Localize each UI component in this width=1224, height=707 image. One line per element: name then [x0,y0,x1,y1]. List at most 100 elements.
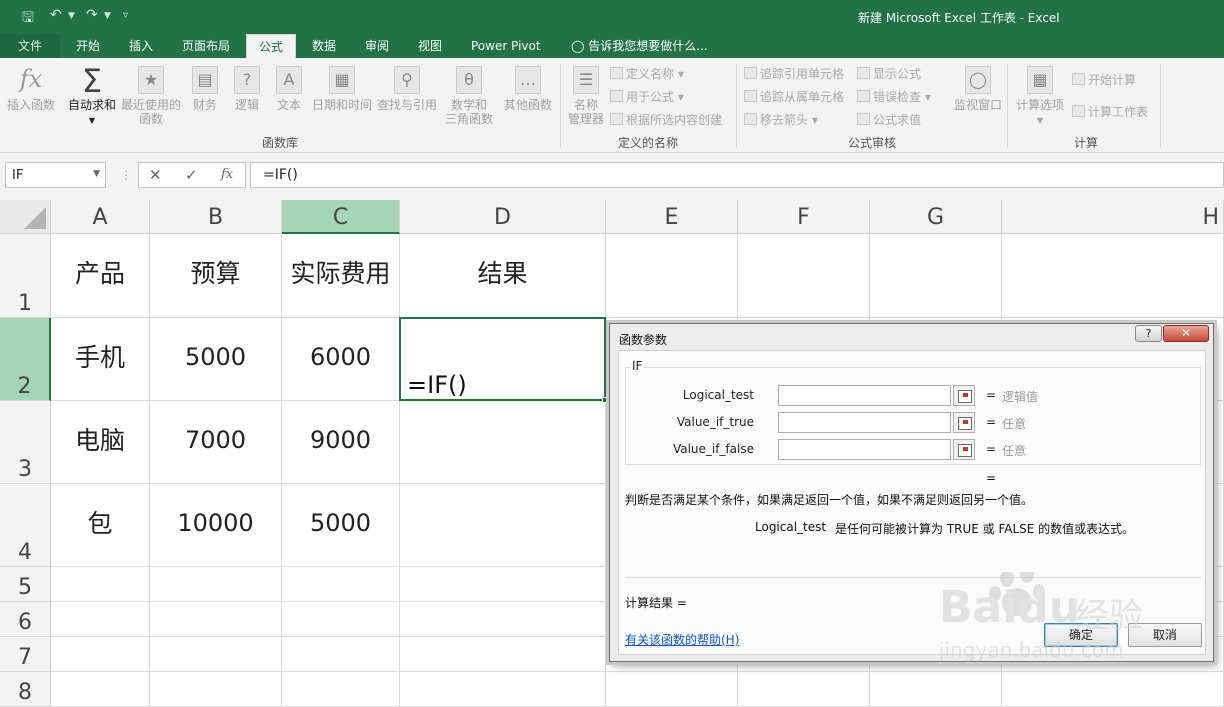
tab-formulas[interactable]: 公式 [246,34,296,58]
cell-b4[interactable]: 10000 [150,484,282,567]
cell-d5[interactable] [400,567,606,602]
cell-f1[interactable] [738,234,870,318]
define-name-button[interactable]: 定义名称 ▾ [610,66,684,82]
calc-sheet-button[interactable]: 计算工作表 [1072,104,1148,120]
row-header-6[interactable]: 6 [0,602,51,637]
cell-c4[interactable]: 5000 [282,484,400,567]
value-if-true-collapse-icon[interactable] [953,412,975,433]
use-in-formula-button[interactable]: 用于公式 ▾ [610,89,684,105]
tell-me-box[interactable]: ◯ 告诉我您想要做什么... [563,34,716,58]
cell-c3[interactable]: 9000 [282,401,400,484]
column-header-d[interactable]: D [400,200,606,234]
row-header-2[interactable]: 2 [0,318,51,401]
logical-test-input[interactable] [778,385,951,406]
customize-qat-icon[interactable]: ▿ [123,10,128,21]
redo-dropdown-icon[interactable]: ▼ [104,11,111,21]
more-functions-button[interactable]: … 其他函数 [500,66,556,112]
column-header-e[interactable]: E [606,200,738,234]
trace-precedents-button[interactable]: 追踪引用单元格 [744,66,844,82]
row-header-1[interactable]: 1 [0,234,51,318]
value-if-false-input[interactable] [778,439,951,460]
cell-a5[interactable] [51,567,150,602]
cancel-entry-icon[interactable]: ✕ [149,166,162,184]
cell-d6[interactable] [400,602,606,637]
recent-functions-button[interactable]: ★ 最近使用的 函数 [120,66,182,126]
column-header-g[interactable]: G [870,200,1002,234]
formula-input[interactable]: =IF() [250,162,1224,188]
datetime-button[interactable]: ▦ 日期和时间 [310,66,374,112]
autosum-button[interactable]: Σ 自动求和 ▼ [64,65,120,128]
cell-b1[interactable]: 预算 [150,234,282,318]
cell-b7[interactable] [150,637,282,672]
dialog-help-button[interactable]: ? [1135,325,1162,342]
cell-c5[interactable] [282,567,400,602]
column-header-a[interactable]: A [51,200,150,234]
cell-d8[interactable] [400,672,606,707]
error-checking-button[interactable]: 错误检查 ▾ [857,89,931,105]
logical-button[interactable]: ? 逻辑 [230,66,264,112]
cell-g1[interactable] [870,234,1002,318]
lookup-button[interactable]: ⚲ 查找与引用 [375,66,439,112]
fill-handle[interactable] [602,397,608,403]
remove-arrows-button[interactable]: 移去箭头 ▾ [744,112,818,128]
undo-icon[interactable]: ↶ [50,7,62,23]
tab-power-pivot[interactable]: Power Pivot [463,34,549,58]
calc-options-button[interactable]: ▦ 计算选项 ▼ [1012,66,1068,128]
active-cell-d2[interactable]: =IF() [399,317,608,403]
math-trig-button[interactable]: θ 数学和 三角函数 [440,66,498,126]
watch-window-button[interactable]: ◯ 监视窗口 [950,66,1006,112]
cell-e1[interactable] [606,234,738,318]
trace-dependents-button[interactable]: 追踪从属单元格 [744,89,844,105]
cell-c1[interactable]: 实际费用 [282,234,400,318]
tab-view[interactable]: 视图 [410,34,450,58]
cell-a4[interactable]: 包 [51,484,150,567]
name-box-dropdown-icon[interactable]: ▼ [93,169,100,179]
create-from-selection-button[interactable]: 根据所选内容创建 [610,112,722,128]
row-header-8[interactable]: 8 [0,672,51,707]
cell-b6[interactable] [150,602,282,637]
insert-function-icon[interactable]: fx [221,167,233,182]
undo-dropdown-icon[interactable]: ▼ [68,11,75,21]
financial-button[interactable]: ▤ 财务 [188,66,222,112]
calc-now-button[interactable]: 开始计算 [1072,72,1136,88]
function-help-link[interactable]: 有关该函数的帮助(H) [625,631,739,648]
value-if-true-input[interactable] [778,412,951,433]
cell-c2[interactable]: 6000 [282,318,400,401]
row-header-7[interactable]: 7 [0,637,51,672]
cell-b8[interactable] [150,672,282,707]
row-header-5[interactable]: 5 [0,567,51,602]
cell-a2[interactable]: 手机 [51,318,150,401]
cell-f8[interactable] [738,672,870,707]
dialog-close-button[interactable]: ✕ [1163,325,1209,342]
tab-insert[interactable]: 插入 [121,34,161,58]
column-header-c[interactable]: C [282,200,400,234]
name-manager-button[interactable]: ☰ 名称 管理器 [564,66,608,126]
text-button[interactable]: A 文本 [272,66,306,112]
cell-h1[interactable] [1002,234,1224,318]
show-formulas-button[interactable]: 显示公式 [857,66,921,82]
cell-a6[interactable] [51,602,150,637]
tab-review[interactable]: 审阅 [357,34,397,58]
save-icon[interactable]: 🖫 [22,7,34,31]
value-if-false-collapse-icon[interactable] [953,439,975,460]
cell-d1[interactable]: 结果 [400,234,606,318]
column-header-h[interactable]: H [1002,200,1224,234]
evaluate-formula-button[interactable]: 公式求值 [857,112,921,128]
tab-data[interactable]: 数据 [304,34,344,58]
cell-b2[interactable]: 5000 [150,318,282,401]
name-box[interactable]: IF ▼ [5,162,106,188]
cell-e8[interactable] [606,672,738,707]
select-all-button[interactable] [0,200,51,234]
column-header-b[interactable]: B [150,200,282,234]
column-header-f[interactable]: F [738,200,870,234]
cell-a8[interactable] [51,672,150,707]
cell-b3[interactable]: 7000 [150,401,282,484]
redo-icon[interactable]: ↷ [86,7,98,23]
cell-c7[interactable] [282,637,400,672]
formula-bar-grip-icon[interactable]: ⋮ [120,168,132,182]
tab-page-layout[interactable]: 页面布局 [174,34,238,58]
row-header-3[interactable]: 3 [0,401,51,484]
cell-a1[interactable]: 产品 [51,234,150,318]
cell-b5[interactable] [150,567,282,602]
row-header-4[interactable]: 4 [0,484,51,567]
